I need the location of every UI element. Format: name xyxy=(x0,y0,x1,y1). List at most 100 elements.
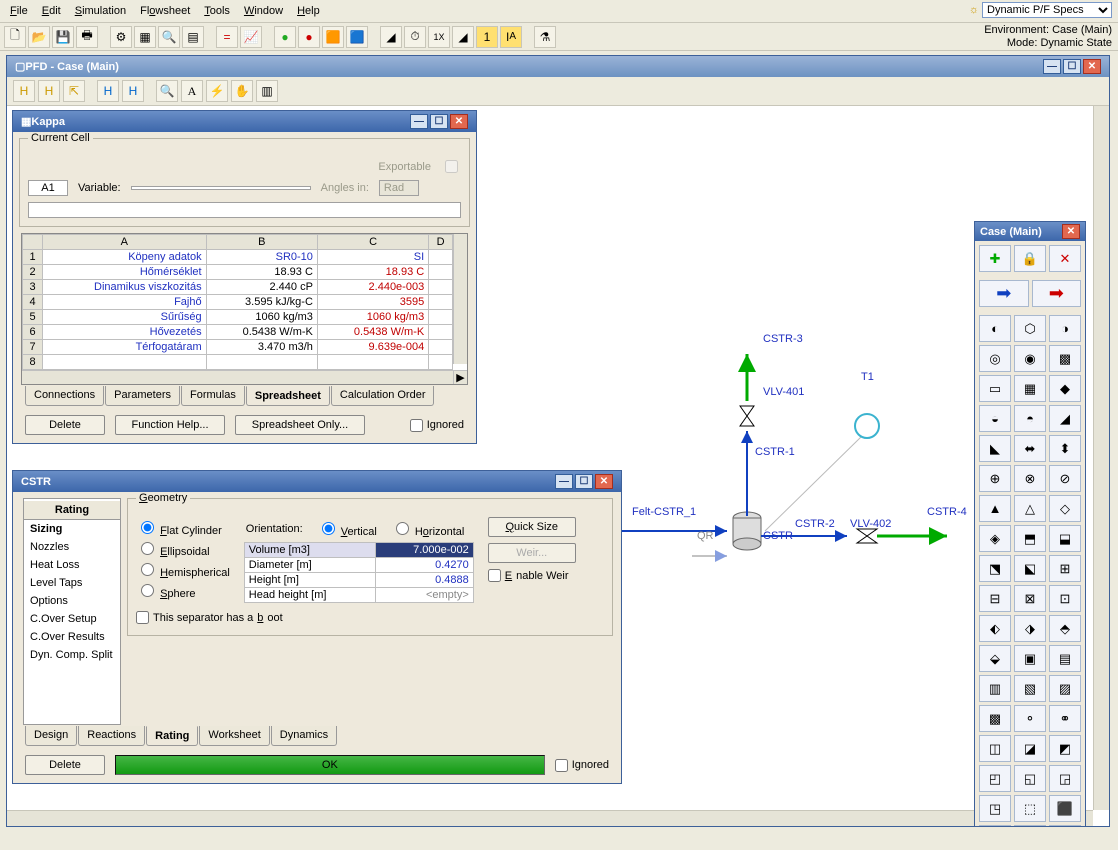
kappa-tab-calculation-order[interactable]: Calculation Order xyxy=(331,386,435,406)
shape-radio-ellipsoidal[interactable]: Ellipsoidal xyxy=(136,538,230,559)
palette-item-7[interactable]: ▦ xyxy=(1014,375,1046,402)
cstr-side-heat-loss[interactable]: Heat Loss xyxy=(24,556,120,574)
palette-item-6[interactable]: ▭ xyxy=(979,375,1011,402)
tool-icon-15[interactable]: 1 xyxy=(476,26,498,48)
tool-icon-4[interactable]: ▤ xyxy=(182,26,204,48)
palette-item-31[interactable]: ⬗ xyxy=(1014,615,1046,642)
palette-item-46[interactable]: ◱ xyxy=(1014,765,1046,792)
hand-icon[interactable]: ✋ xyxy=(231,80,253,102)
palette-item-53[interactable]: ◐ xyxy=(1049,825,1081,826)
palette-item-26[interactable]: ⊞ xyxy=(1049,555,1081,582)
sheet-scrollbar-horizontal[interactable]: ▶ xyxy=(22,370,467,384)
open-icon[interactable]: 📂 xyxy=(28,26,50,48)
palette-item-33[interactable]: ⬙ xyxy=(979,645,1011,672)
label-cstr2[interactable]: CSTR-2 xyxy=(795,518,835,530)
palette-item-8[interactable]: ◆ xyxy=(1049,375,1081,402)
palette-item-22[interactable]: ⬒ xyxy=(1014,525,1046,552)
palette-item-9[interactable]: ◒ xyxy=(979,405,1011,432)
label-qr[interactable]: QR xyxy=(697,530,714,542)
pal-stream-blue-icon[interactable]: ➡ xyxy=(979,280,1029,307)
palette-item-15[interactable]: ⊕ xyxy=(979,465,1011,492)
palette-item-49[interactable]: ⬚ xyxy=(1014,795,1046,822)
cstr-tab-design[interactable]: Design xyxy=(25,726,77,746)
palette-item-32[interactable]: ⬘ xyxy=(1049,615,1081,642)
kappa-tab-connections[interactable]: Connections xyxy=(25,386,104,406)
pfd-scrollbar-horizontal[interactable] xyxy=(7,810,1093,826)
pfd-tool-5[interactable]: H xyxy=(122,80,144,102)
kappa-maximize-button[interactable]: ☐ xyxy=(430,114,448,129)
label-cstr[interactable]: CSTR xyxy=(763,530,793,542)
pfd-tool-3[interactable]: ⇱ xyxy=(63,80,85,102)
palette-item-52[interactable]: ◨ xyxy=(1014,825,1046,826)
tool-icon-11[interactable]: ◢ xyxy=(380,26,402,48)
palette-item-47[interactable]: ◲ xyxy=(1049,765,1081,792)
cstr-side-c-over-results[interactable]: C.Over Results xyxy=(24,628,120,646)
palette-item-44[interactable]: ◩ xyxy=(1049,735,1081,762)
cstr-side-options[interactable]: Options xyxy=(24,592,120,610)
palette-item-0[interactable]: ◐ xyxy=(979,315,1011,342)
bolt-icon[interactable]: ⚡ xyxy=(206,80,228,102)
palette-item-14[interactable]: ⬍ xyxy=(1049,435,1081,462)
cstr-side-level-taps[interactable]: Level Taps xyxy=(24,574,120,592)
pal-stream-red-icon[interactable]: ➡ xyxy=(1032,280,1082,307)
label-cstr1[interactable]: CSTR-1 xyxy=(755,446,795,458)
orientation-vertical-radio[interactable]: Vertical xyxy=(317,519,377,538)
light-red-icon[interactable]: ● xyxy=(298,26,320,48)
palette-item-17[interactable]: ⊘ xyxy=(1049,465,1081,492)
palette-item-36[interactable]: ▥ xyxy=(979,675,1011,702)
kappa-ignored-checkbox[interactable]: Ignored xyxy=(410,419,464,432)
print-icon[interactable]: 🖶 xyxy=(76,26,98,48)
save-icon[interactable]: 💾 xyxy=(52,26,74,48)
palette-item-50[interactable]: ⬛ xyxy=(1049,795,1081,822)
cstr-tab-reactions[interactable]: Reactions xyxy=(78,726,145,746)
palette-item-2[interactable]: ◑ xyxy=(1049,315,1081,342)
tool-icon-14[interactable]: ◢ xyxy=(452,26,474,48)
shape-radio-sphere[interactable]: Sphere xyxy=(136,580,230,601)
palette-item-25[interactable]: ⬕ xyxy=(1014,555,1046,582)
palette-item-38[interactable]: ▨ xyxy=(1049,675,1081,702)
palette-item-20[interactable]: ◇ xyxy=(1049,495,1081,522)
menu-edit[interactable]: Edit xyxy=(36,2,67,20)
tool-icon-16[interactable]: IA xyxy=(500,26,522,48)
shape-radio-flat-cylinder[interactable]: Flat Cylinder xyxy=(136,517,230,538)
cstr-tab-rating[interactable]: Rating xyxy=(146,726,198,746)
pfd-tool-2[interactable]: H xyxy=(38,80,60,102)
palette-item-30[interactable]: ⬖ xyxy=(979,615,1011,642)
tool-icon-2[interactable]: ▦ xyxy=(134,26,156,48)
cstr-ignored-checkbox[interactable]: Ignored xyxy=(555,759,609,772)
cell-ref-field[interactable]: A1 xyxy=(28,180,68,196)
orientation-horizontal-radio[interactable]: Horizontal xyxy=(391,519,465,538)
palette-item-12[interactable]: ◣ xyxy=(979,435,1011,462)
pal-add-icon[interactable]: ✚ xyxy=(979,245,1011,272)
palette-item-40[interactable]: ⚬ xyxy=(1014,705,1046,732)
palette-item-35[interactable]: ▤ xyxy=(1049,645,1081,672)
tool-icon-9[interactable]: 🟧 xyxy=(322,26,344,48)
geometry-properties-table[interactable]: Volume [m3]7.000e-002Diameter [m]0.4270H… xyxy=(244,542,474,603)
palette-item-39[interactable]: ▩ xyxy=(979,705,1011,732)
label-cstr4[interactable]: CSTR-4 xyxy=(927,506,967,518)
text-icon[interactable]: A xyxy=(181,80,203,102)
menu-help[interactable]: Help xyxy=(291,2,326,20)
palette-item-16[interactable]: ⊗ xyxy=(1014,465,1046,492)
chart-icon[interactable]: 📈 xyxy=(240,26,262,48)
cstr-window[interactable]: CSTR — ☐ ✕ Rating SizingNozzlesHeat Loss… xyxy=(12,470,622,784)
palette-item-18[interactable]: ▲ xyxy=(979,495,1011,522)
palette-item-34[interactable]: ▣ xyxy=(1014,645,1046,672)
palette-item-10[interactable]: ◓ xyxy=(1014,405,1046,432)
kappa-titlebar[interactable]: ▦ Kappa — ☐ ✕ xyxy=(13,111,476,132)
kappa-tab-spreadsheet[interactable]: Spreadsheet xyxy=(246,386,330,406)
palette-item-24[interactable]: ⬔ xyxy=(979,555,1011,582)
pfd-scrollbar-vertical[interactable] xyxy=(1093,106,1109,810)
menu-simulation[interactable]: Simulation xyxy=(69,2,132,20)
palette-item-21[interactable]: ◈ xyxy=(979,525,1011,552)
tool-icon-5[interactable]: = xyxy=(216,26,238,48)
enable-weir-checkbox[interactable]: Enable Weir xyxy=(488,569,576,582)
kappa-delete-button[interactable]: Delete xyxy=(25,415,105,435)
palette-item-19[interactable]: △ xyxy=(1014,495,1046,522)
cstr-titlebar[interactable]: CSTR — ☐ ✕ xyxy=(13,471,621,492)
pal-cancel-icon[interactable]: ✕ xyxy=(1049,245,1081,272)
has-boot-checkbox[interactable]: This separator has a boot xyxy=(136,611,283,624)
palette-item-11[interactable]: ◢ xyxy=(1049,405,1081,432)
menu-flowsheet[interactable]: Flowsheet xyxy=(134,2,196,20)
sheet-scrollbar-vertical[interactable] xyxy=(453,234,467,364)
